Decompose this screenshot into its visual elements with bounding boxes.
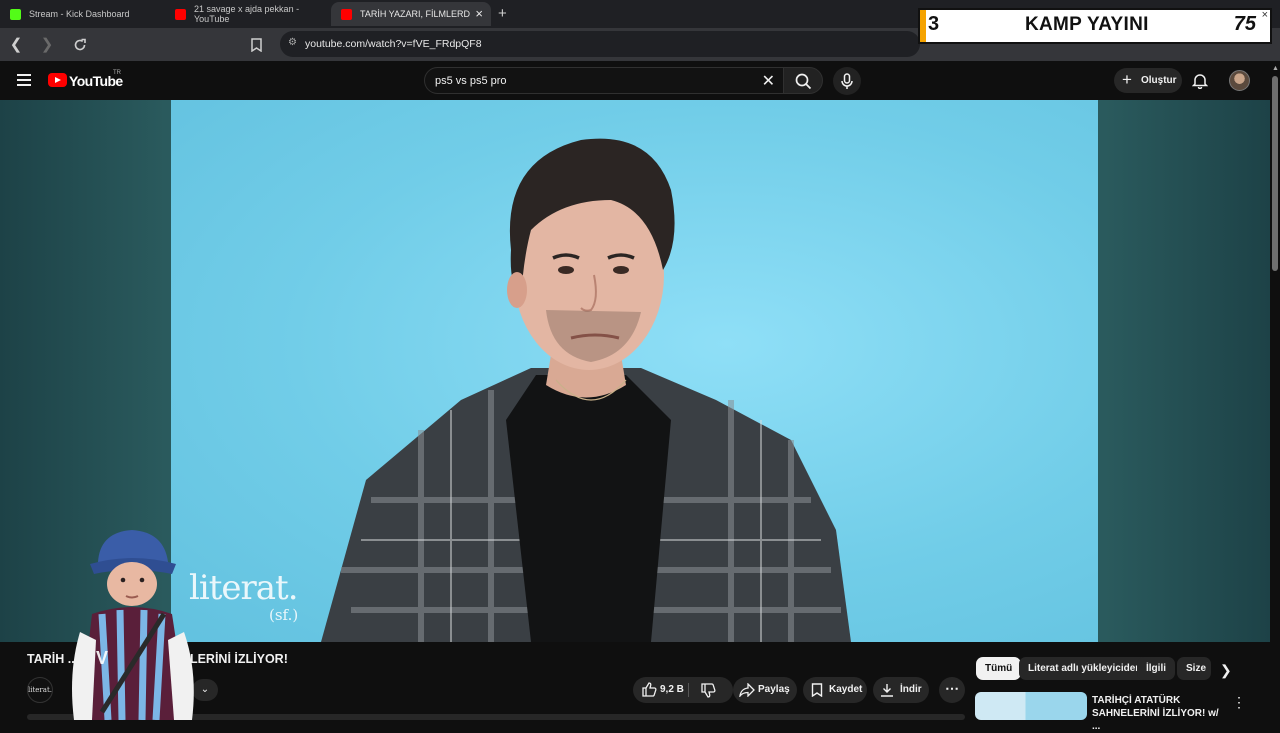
- create-label: Oluştur: [1141, 75, 1177, 86]
- browser-tab-kick[interactable]: Stream - Kick Dashboard: [0, 2, 165, 26]
- save-label: Kaydet: [829, 684, 863, 695]
- thumbs-down-icon[interactable]: [701, 683, 716, 701]
- overlay-accent-bar: [920, 10, 926, 42]
- more-options-icon[interactable]: ⋮: [1232, 694, 1246, 711]
- overlay-left-number: 3: [928, 13, 940, 35]
- channel-watermark-sub: (sf.): [269, 606, 299, 624]
- chip-for-you[interactable]: Size: [1177, 657, 1211, 680]
- tab-label: 21 savage x ajda pekkan - YouTube: [194, 4, 300, 24]
- kick-favicon-icon: [10, 8, 21, 20]
- chip-all[interactable]: Tümü: [976, 657, 1022, 680]
- share-label: Paylaş: [758, 684, 790, 695]
- video-player[interactable]: literat. (sf.): [171, 100, 1098, 642]
- scrollbar-thumb[interactable]: [1272, 76, 1278, 271]
- tab-label: TARİH YAZARI, FİLMLERDEKİ: [360, 9, 470, 19]
- share-button[interactable]: Paylaş: [733, 677, 797, 703]
- related-video-title[interactable]: TARİHÇİ ATATÜRK SAHNELERİNİ İZLİYOR! w/ …: [1092, 694, 1222, 733]
- thumbs-up-icon[interactable]: [642, 682, 657, 700]
- presenter-figure: [321, 138, 851, 642]
- more-actions-icon[interactable]: ⋯: [939, 677, 965, 703]
- browser-tab-youtube-music[interactable]: 21 savage x ajda pekkan - YouTube: [165, 2, 330, 26]
- close-icon: ×: [1261, 9, 1268, 21]
- notifications-bell-icon[interactable]: [1191, 72, 1209, 90]
- share-arrow-icon: [739, 682, 755, 700]
- save-button[interactable]: Kaydet: [803, 677, 867, 703]
- overlay-right-number: 75: [1233, 13, 1256, 35]
- channel-avatar[interactable]: literat.: [27, 677, 53, 703]
- address-url: youtube.com/watch?v=fVE_FRdpQF8: [305, 38, 482, 50]
- youtube-logo-icon[interactable]: [48, 73, 67, 87]
- plus-icon: +: [1122, 70, 1132, 89]
- browser-tab-active[interactable]: TARİH YAZARI, FİLMLERDEKİ ×: [331, 2, 491, 26]
- reload-icon[interactable]: [70, 35, 90, 55]
- account-avatar[interactable]: [1229, 70, 1250, 91]
- forward-icon[interactable]: ❯: [37, 35, 57, 55]
- chevron-right-icon[interactable]: ❯: [1220, 662, 1232, 679]
- like-divider: [688, 683, 689, 697]
- webcam-overlay: V: [72, 530, 194, 720]
- youtube-favicon-icon: [341, 8, 352, 20]
- country-code: TR: [113, 70, 121, 76]
- hamburger-menu-icon[interactable]: [17, 74, 31, 86]
- scroll-up-icon[interactable]: ▲: [1272, 65, 1279, 72]
- page-scrollbar[interactable]: ▲: [1270, 61, 1280, 720]
- youtube-favicon-icon: [175, 8, 186, 20]
- overlay-title: KAMP YAYINI: [1025, 14, 1149, 35]
- address-bar[interactable]: ⚙ youtube.com/watch?v=fVE_FRdpQF8: [280, 31, 920, 57]
- like-dislike-group: 9,2 B: [633, 677, 733, 703]
- chip-related[interactable]: İlgili: [1137, 657, 1175, 680]
- stream-overlay-banner: 3 KAMP YAYINI 75 ×: [918, 8, 1272, 44]
- svg-text:V: V: [96, 648, 108, 668]
- create-button[interactable]: + Oluştur: [1114, 68, 1182, 93]
- clear-search-icon[interactable]: ✕: [762, 71, 775, 91]
- download-label: İndir: [900, 684, 922, 695]
- related-video-thumbnail[interactable]: [975, 692, 1087, 720]
- close-tab-icon[interactable]: ×: [475, 7, 483, 20]
- bookmark-icon: [811, 683, 823, 700]
- tab-label: Stream - Kick Dashboard: [29, 9, 130, 19]
- bookmark-icon[interactable]: [246, 35, 266, 55]
- search-input[interactable]: ps5 vs ps5 pro ✕: [424, 67, 784, 94]
- youtube-header: YouTube TR ps5 vs ps5 pro ✕ + Oluştur: [0, 61, 1270, 100]
- search-button[interactable]: [783, 67, 823, 94]
- back-icon[interactable]: ❮: [6, 35, 26, 55]
- site-info-icon[interactable]: ⚙: [288, 38, 298, 48]
- download-icon: [880, 683, 894, 700]
- voice-search-icon[interactable]: [833, 67, 861, 95]
- like-count[interactable]: 9,2 B: [660, 684, 684, 695]
- chip-from-uploader[interactable]: Literat adlı yükleyiciden: [1019, 657, 1151, 680]
- new-tab-icon[interactable]: +: [498, 5, 507, 22]
- download-button[interactable]: İndir: [873, 677, 929, 703]
- search-query: ps5 vs ps5 pro: [435, 75, 507, 87]
